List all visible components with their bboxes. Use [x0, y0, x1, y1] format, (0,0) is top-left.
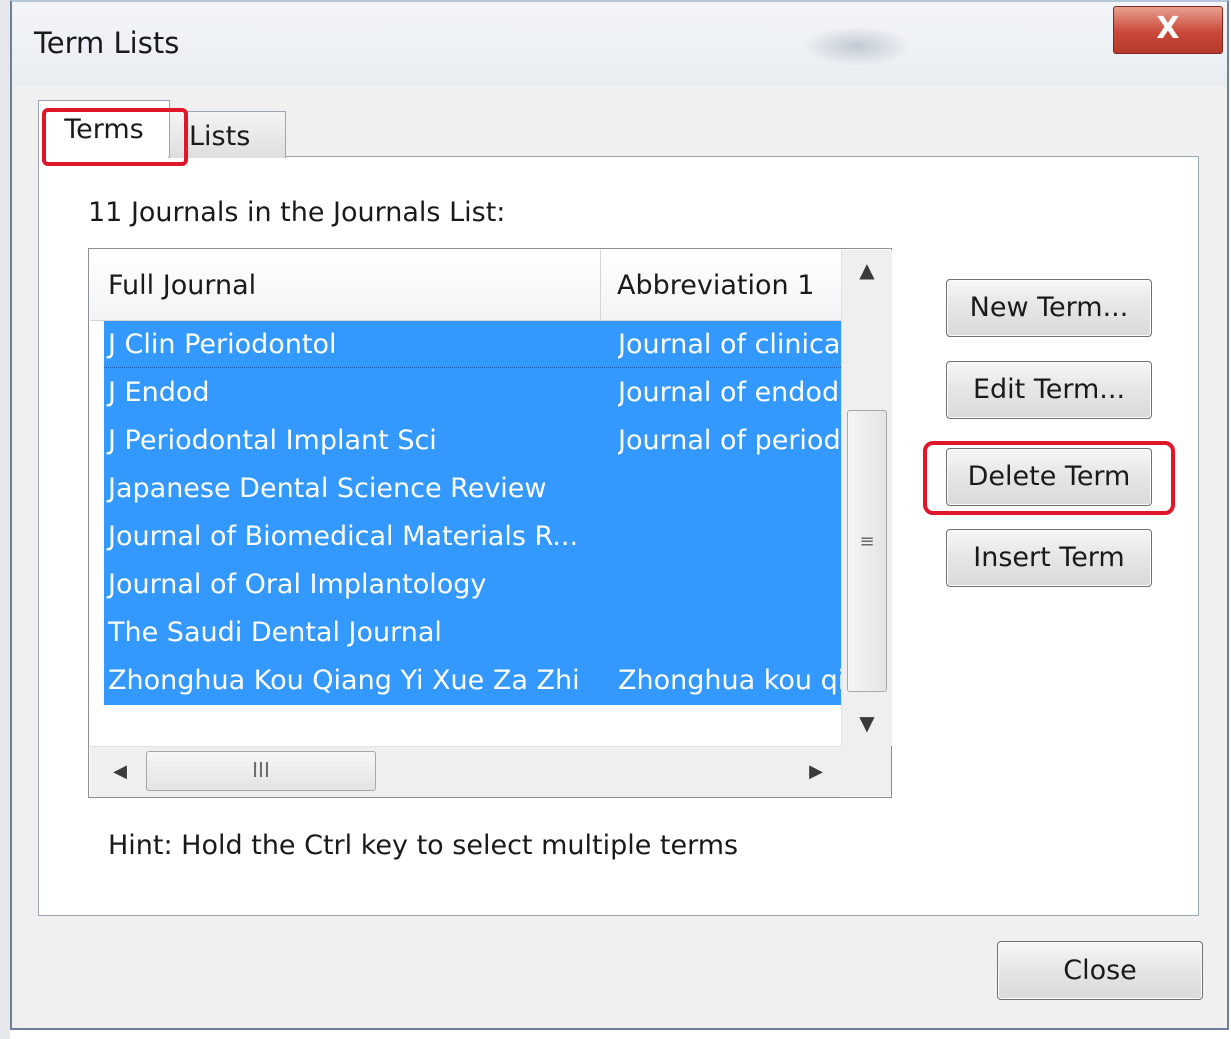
cell-full-journal: Journal of Biomedical Materials R... [108, 521, 579, 552]
journal-list[interactable]: Full Journal Abbreviation 1 J Clin Perio… [88, 248, 892, 798]
scroll-right-icon[interactable]: ▶ [796, 747, 836, 797]
cell-abbreviation: Journal of clinica [618, 329, 841, 360]
tab-terms-highlight [42, 108, 188, 166]
cell-abbreviation: Zhonghua kou qi [618, 665, 841, 696]
table-row[interactable]: Japanese Dental Science Review [104, 465, 841, 513]
cell-full-journal: J Periodontal Implant Sci [108, 425, 437, 456]
table-row[interactable]: J Periodontal Implant Sci Journal of per… [104, 417, 841, 465]
grip-icon: III [252, 758, 270, 782]
vertical-scroll-thumb[interactable]: ≡ [847, 410, 887, 692]
column-header-abbreviation-1[interactable]: Abbreviation 1 [617, 270, 814, 301]
cell-abbreviation: Journal of periodo [618, 425, 841, 456]
cell-full-journal: J Clin Periodontol [108, 329, 337, 360]
table-row[interactable]: The Saudi Dental Journal [104, 609, 841, 657]
scroll-down-icon[interactable]: ▼ [842, 700, 892, 746]
table-row[interactable]: J Endod Journal of endod [104, 369, 841, 417]
horizontal-scroll-thumb[interactable]: III [146, 751, 376, 791]
edit-term-button[interactable]: Edit Term... [946, 361, 1152, 419]
table-row[interactable]: Journal of Biomedical Materials R... [104, 513, 841, 561]
grip-icon: ≡ [859, 531, 875, 552]
table-row[interactable]: J Clin Periodontol Journal of clinica [104, 321, 841, 369]
table-row[interactable]: Journal of Oral Implantology [104, 561, 841, 609]
hint-text: Hint: Hold the Ctrl key to select multip… [108, 830, 739, 861]
cell-full-journal: J Endod [108, 377, 210, 408]
table-row[interactable]: Zhonghua Kou Qiang Yi Xue Za Zhi Zhonghu… [104, 657, 841, 705]
column-header-full-journal[interactable]: Full Journal [108, 270, 256, 301]
column-divider[interactable] [600, 250, 601, 320]
new-term-button[interactable]: New Term... [946, 279, 1152, 337]
cell-abbreviation: Journal of endod [618, 377, 840, 408]
window-title: Term Lists [34, 26, 180, 60]
scrollbar-corner [841, 746, 891, 796]
title-bar[interactable]: Term Lists X [12, 2, 1227, 86]
title-bar-glow [802, 26, 912, 66]
scroll-up-icon[interactable]: ▲ [842, 250, 892, 300]
cell-full-journal: Japanese Dental Science Review [108, 473, 547, 504]
delete-term-highlight [923, 441, 1175, 515]
list-header: Full Journal Abbreviation 1 [90, 250, 841, 321]
vertical-scrollbar[interactable]: ▲ ≡ ▼ [841, 250, 892, 746]
scroll-left-icon[interactable]: ◀ [100, 747, 140, 797]
cell-full-journal: Zhonghua Kou Qiang Yi Xue Za Zhi [108, 665, 580, 696]
journal-count-label: 11 Journals in the Journals List: [88, 197, 506, 228]
close-button[interactable]: Close [997, 941, 1203, 1000]
cell-full-journal: The Saudi Dental Journal [108, 617, 442, 648]
insert-term-button[interactable]: Insert Term [946, 529, 1152, 587]
horizontal-scrollbar[interactable]: ◀ III ▶ [90, 746, 841, 797]
cell-full-journal: Journal of Oral Implantology [108, 569, 487, 600]
desktop-edge [0, 0, 10, 1039]
list-rows: J Clin Periodontol Journal of clinica J … [104, 321, 841, 705]
window-close-icon[interactable]: X [1113, 6, 1223, 54]
